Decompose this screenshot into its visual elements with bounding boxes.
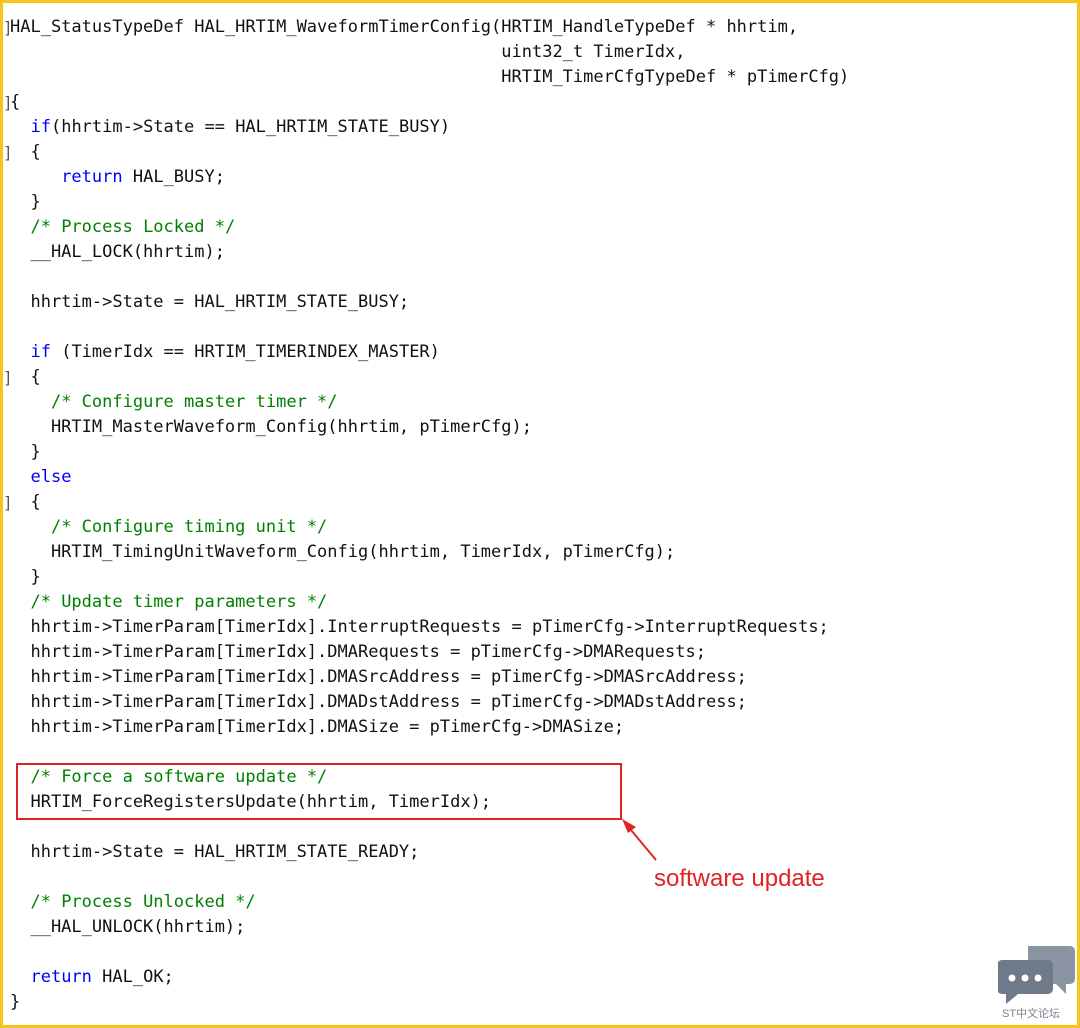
fold-marker[interactable]: ]: [3, 140, 13, 165]
code-text: HRTIM_TimerCfgTypeDef * pTimerCfg): [10, 67, 850, 87]
code-text: (hhrtim->State == HAL_HRTIM_STATE_BUSY): [50, 117, 451, 137]
code-line: /* Configure master timer */: [10, 390, 849, 415]
annotation-label: software update: [654, 865, 825, 892]
code-line: hhrtim->State = HAL_HRTIM_STATE_READY;: [10, 840, 849, 865]
code-comment: /* Process Unlocked */: [30, 892, 256, 912]
code-keyword: return: [61, 167, 123, 187]
code-text: uint32_t TimerIdx,: [10, 42, 686, 62]
code-text: HAL_OK;: [91, 967, 174, 987]
code-text: hhrtim->State = HAL_HRTIM_STATE_BUSY;: [10, 292, 410, 312]
code-keyword: if: [30, 117, 51, 137]
code-text: {: [10, 142, 41, 162]
code-line: {: [10, 140, 849, 165]
code-text: HAL_StatusTypeDef HAL_HRTIM_WaveformTime…: [10, 17, 799, 37]
fold-marker[interactable]: ]: [3, 490, 13, 515]
code-line: hhrtim->TimerParam[TimerIdx].InterruptRe…: [10, 615, 849, 640]
code-line: }: [10, 565, 849, 590]
code-text: {: [10, 492, 41, 512]
code-line: return HAL_OK;: [10, 965, 849, 990]
watermark-text: ST中文论坛: [1002, 1008, 1061, 1020]
code-text: __HAL_LOCK(hhrtim);: [10, 242, 225, 262]
code-line: __HAL_LOCK(hhrtim);: [10, 240, 849, 265]
code-comment: /* Configure master timer */: [50, 392, 338, 412]
code-text: HRTIM_MasterWaveform_Config(hhrtim, pTim…: [10, 417, 532, 437]
code-comment: /* Update timer parameters */: [30, 592, 328, 612]
code-text: (TimerIdx == HRTIM_TIMERINDEX_MASTER): [50, 342, 440, 362]
code-keyword: if: [30, 342, 51, 362]
code-line: __HAL_UNLOCK(hhrtim);: [10, 915, 849, 940]
code-text: hhrtim->State = HAL_HRTIM_STATE_READY;: [10, 842, 420, 862]
fold-marker[interactable]: ]: [3, 90, 13, 115]
code-text: }: [10, 442, 41, 462]
code-line: hhrtim->TimerParam[TimerIdx].DMARequests…: [10, 640, 849, 665]
code-line: hhrtim->TimerParam[TimerIdx].DMASize = p…: [10, 715, 849, 740]
code-line: HAL_StatusTypeDef HAL_HRTIM_WaveformTime…: [10, 15, 849, 40]
code-line: /* Process Unlocked */: [10, 890, 849, 915]
code-line: }: [10, 990, 849, 1015]
code-line: {: [10, 365, 849, 390]
code-text: hhrtim->TimerParam[TimerIdx].DMARequests…: [10, 642, 706, 662]
code-line: {: [10, 90, 849, 115]
code-comment: /* Process Locked */: [30, 217, 236, 237]
code-line: return HAL_BUSY;: [10, 165, 849, 190]
highlight-box: [16, 763, 622, 820]
code-line: hhrtim->TimerParam[TimerIdx].DMADstAddre…: [10, 690, 849, 715]
code-line: /* Configure timing unit */: [10, 515, 849, 540]
code-text: }: [10, 567, 41, 587]
code-line: uint32_t TimerIdx,: [10, 40, 849, 65]
code-text: HAL_BUSY;: [122, 167, 225, 187]
code-line: HRTIM_TimerCfgTypeDef * pTimerCfg): [10, 65, 849, 90]
code-text: __HAL_UNLOCK(hhrtim);: [10, 917, 246, 937]
code-text: hhrtim->TimerParam[TimerIdx].DMASrcAddre…: [10, 667, 747, 687]
code-text: }: [10, 992, 21, 1012]
code-text: hhrtim->TimerParam[TimerIdx].InterruptRe…: [10, 617, 829, 637]
fold-marker[interactable]: ]: [3, 365, 13, 390]
arrow-icon: [622, 819, 657, 861]
code-comment: /* Configure timing unit */: [50, 517, 328, 537]
code-line: {: [10, 490, 849, 515]
code-text: hhrtim->TimerParam[TimerIdx].DMASize = p…: [10, 717, 625, 737]
code-line: hhrtim->State = HAL_HRTIM_STATE_BUSY;: [10, 290, 849, 315]
code-line: hhrtim->TimerParam[TimerIdx].DMASrcAddre…: [10, 665, 849, 690]
code-keyword: return: [30, 967, 92, 987]
code-line: HRTIM_MasterWaveform_Config(hhrtim, pTim…: [10, 415, 849, 440]
code-line: HRTIM_TimingUnitWaveform_Config(hhrtim, …: [10, 540, 849, 565]
code-line: else: [10, 465, 849, 490]
code-line: /* Process Locked */: [10, 215, 849, 240]
code-text: {: [10, 367, 41, 387]
code-keyword: else: [30, 467, 72, 487]
code-line: /* Update timer parameters */: [10, 590, 849, 615]
code-line: if(hhrtim->State == HAL_HRTIM_STATE_BUSY…: [10, 115, 849, 140]
fold-marker[interactable]: ]: [3, 15, 13, 40]
code-text: }: [10, 192, 41, 212]
code-text: hhrtim->TimerParam[TimerIdx].DMADstAddre…: [10, 692, 747, 712]
code-text: HRTIM_TimingUnitWaveform_Config(hhrtim, …: [10, 542, 676, 562]
code-line: }: [10, 440, 849, 465]
code-text: {: [10, 92, 21, 112]
code-line: }: [10, 190, 849, 215]
code-line: if (TimerIdx == HRTIM_TIMERINDEX_MASTER): [10, 340, 849, 365]
